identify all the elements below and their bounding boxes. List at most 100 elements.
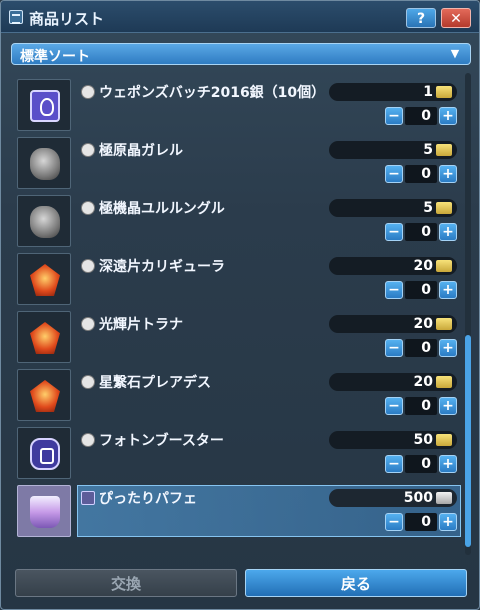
list-item-selected[interactable]: ぴったりパフェ 500 − 0 + — [17, 485, 461, 537]
list-item[interactable]: 極機晶ユルルングル 5 − 0 + — [17, 195, 461, 247]
item-name: フォトンブースター — [99, 433, 224, 449]
price-display: 20 — [329, 257, 457, 275]
quantity-stepper: − 0 + — [385, 513, 457, 533]
item-name: 星繋石プレアデス — [99, 375, 211, 391]
item-thumbnail — [17, 195, 71, 247]
quantity-stepper: − 0 + — [385, 339, 457, 359]
crystal-icon — [30, 322, 60, 354]
gold-currency-icon — [436, 376, 452, 388]
item-thumbnail — [17, 79, 71, 131]
silver-currency-icon — [436, 492, 452, 504]
list-item[interactable]: 極原晶ガレル 5 − 0 + — [17, 137, 461, 189]
increase-button[interactable]: + — [439, 165, 457, 183]
item-price: 5 — [423, 200, 433, 216]
category-icon — [81, 85, 95, 99]
category-icon — [81, 259, 95, 273]
booster-icon — [30, 438, 60, 470]
quantity-input[interactable]: 0 — [405, 513, 437, 531]
sort-dropdown[interactable]: 標準ソート ▼ — [11, 43, 471, 65]
item-name: 極原晶ガレル — [99, 143, 183, 159]
price-display: 20 — [329, 315, 457, 333]
category-icon — [81, 375, 95, 389]
category-icon — [81, 317, 95, 331]
gold-currency-icon — [436, 318, 452, 330]
quantity-input[interactable]: 0 — [405, 165, 437, 183]
item-thumbnail — [17, 253, 71, 305]
gold-currency-icon — [436, 86, 452, 98]
item-thumbnail — [17, 311, 71, 363]
list-item[interactable]: 深遠片カリギューラ 20 − 0 + — [17, 253, 461, 305]
quantity-stepper: − 0 + — [385, 165, 457, 185]
crystal-icon — [30, 380, 60, 412]
price-display: 50 — [329, 431, 457, 449]
quantity-stepper: − 0 + — [385, 397, 457, 417]
list-item[interactable]: フォトンブースター 50 − 0 + — [17, 427, 461, 479]
gold-currency-icon — [436, 260, 452, 272]
item-name: ウェポンズバッチ2016銀（10個） — [99, 85, 326, 101]
decrease-button[interactable]: − — [385, 513, 403, 531]
item-price: 1 — [423, 84, 433, 100]
price-display: 500 — [329, 489, 457, 507]
scrollbar-thumb[interactable] — [465, 335, 471, 547]
sort-dropdown-label: 標準ソート — [20, 49, 90, 65]
quantity-stepper: − 0 + — [385, 455, 457, 475]
item-price: 500 — [403, 490, 433, 506]
back-button[interactable]: 戻る — [245, 569, 467, 597]
list-item[interactable]: 光輝片トラナ 20 − 0 + — [17, 311, 461, 363]
quantity-input[interactable]: 0 — [405, 397, 437, 415]
ore-icon — [30, 206, 60, 238]
shop-list-window: 商品リスト ? ✕ 標準ソート ▼ ウェポンズバッチ2016銀（10個） 1 −… — [0, 0, 480, 610]
item-name: 極機晶ユルルングル — [99, 201, 225, 217]
increase-button[interactable]: + — [439, 107, 457, 125]
price-display: 20 — [329, 373, 457, 391]
list-item[interactable]: ウェポンズバッチ2016銀（10個） 1 − 0 + — [17, 79, 461, 131]
quantity-input[interactable]: 0 — [405, 107, 437, 125]
increase-button[interactable]: + — [439, 223, 457, 241]
quantity-input[interactable]: 0 — [405, 223, 437, 241]
item-thumbnail — [17, 137, 71, 189]
gold-currency-icon — [436, 434, 452, 446]
increase-button[interactable]: + — [439, 281, 457, 299]
increase-button[interactable]: + — [439, 397, 457, 415]
category-icon — [81, 143, 95, 157]
list-item[interactable]: 星繋石プレアデス 20 − 0 + — [17, 369, 461, 421]
item-thumbnail — [17, 369, 71, 421]
decrease-button[interactable]: − — [385, 223, 403, 241]
category-icon — [81, 491, 95, 505]
decrease-button[interactable]: − — [385, 397, 403, 415]
item-name: 深遠片カリギューラ — [99, 259, 225, 275]
quantity-input[interactable]: 0 — [405, 281, 437, 299]
ore-icon — [30, 148, 60, 180]
item-price: 20 — [413, 374, 433, 390]
help-button[interactable]: ? — [406, 8, 436, 28]
decrease-button[interactable]: − — [385, 281, 403, 299]
increase-button[interactable]: + — [439, 339, 457, 357]
window-title: 商品リスト — [29, 10, 105, 28]
gold-currency-icon — [436, 202, 452, 214]
decrease-button[interactable]: − — [385, 107, 403, 125]
quantity-input[interactable]: 0 — [405, 339, 437, 357]
close-button[interactable]: ✕ — [441, 8, 471, 28]
item-list: ウェポンズバッチ2016銀（10個） 1 − 0 + 極原晶ガレル 5 − 0 — [13, 73, 461, 551]
item-price: 20 — [413, 316, 433, 332]
item-thumbnail — [17, 485, 71, 537]
quantity-stepper: − 0 + — [385, 107, 457, 127]
item-name: ぴったりパフェ — [99, 491, 197, 507]
decrease-button[interactable]: − — [385, 165, 403, 183]
item-price: 5 — [423, 142, 433, 158]
decrease-button[interactable]: − — [385, 455, 403, 473]
scrollbar[interactable] — [465, 73, 471, 555]
item-thumbnail — [17, 427, 71, 479]
title-bar: 商品リスト ? ✕ — [1, 1, 479, 33]
quantity-input[interactable]: 0 — [405, 455, 437, 473]
badge-icon — [30, 90, 60, 122]
decrease-button[interactable]: − — [385, 339, 403, 357]
item-price: 20 — [413, 258, 433, 274]
gold-currency-icon — [436, 144, 452, 156]
price-display: 5 — [329, 199, 457, 217]
item-name: 光輝片トラナ — [99, 317, 183, 333]
increase-button[interactable]: + — [439, 513, 457, 531]
quantity-stepper: − 0 + — [385, 281, 457, 301]
increase-button[interactable]: + — [439, 455, 457, 473]
exchange-button[interactable]: 交換 — [15, 569, 237, 597]
